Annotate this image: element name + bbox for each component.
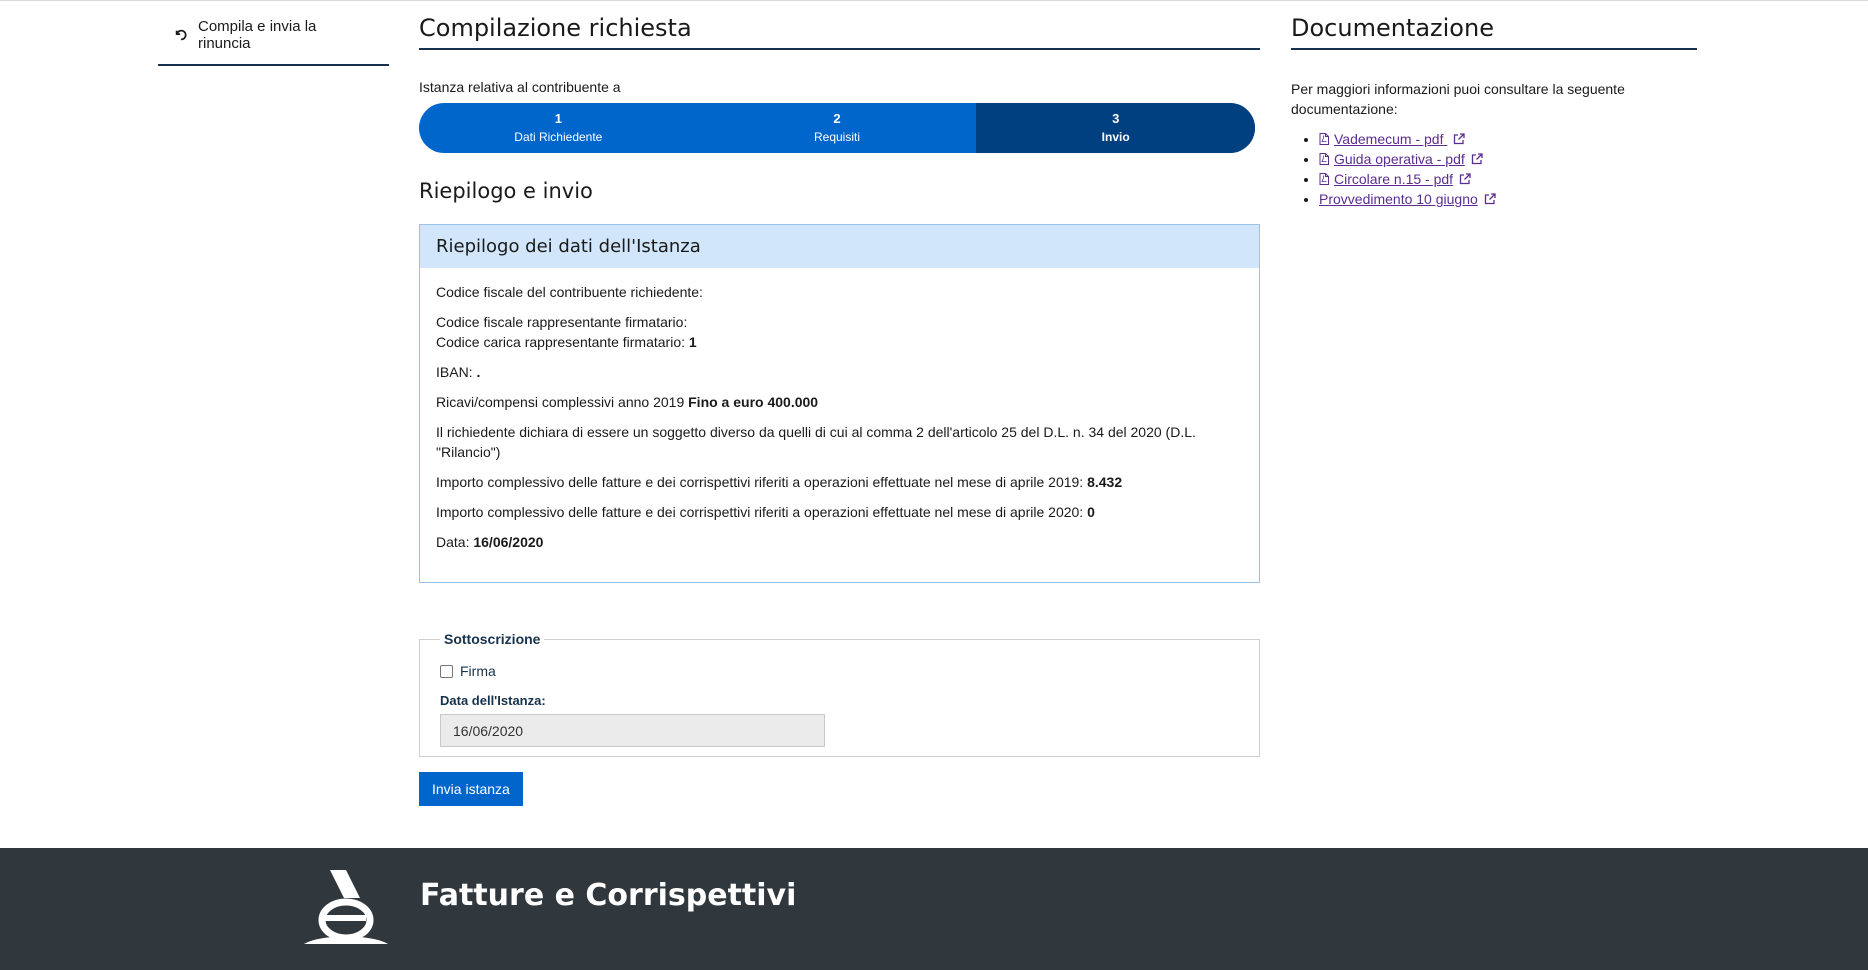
ricavi-value: Fino a euro 400.000 [688,394,819,410]
importo-2020-label: Importo complessivo delle fatture e dei … [436,504,1084,520]
intro-text: Istanza relativa al contribuente a [419,79,621,95]
dichiarazione-row: Il richiedente dichiara di essere un sog… [436,424,1196,460]
step-number: 1 [554,111,562,126]
step-label: Requisiti [813,130,861,144]
documentation-sidebar: Documentazione Per maggiori informazioni… [1291,0,1697,209]
left-navigation: Compila e invia la rinuncia [158,6,389,66]
importo-2019-value: 8.432 [1087,474,1123,490]
compila-rinuncia-label: Compila e invia la rinuncia [198,18,317,52]
compila-rinuncia-link[interactable]: Compila e invia la rinuncia [158,6,389,66]
external-link-icon [1484,193,1496,205]
cf-richiedente-row: Codice fiscale del contribuente richiede… [436,282,1243,302]
data-label: Data: [436,534,470,550]
importo-2020-value: 0 [1087,504,1095,520]
codice-carica-label: Codice carica rappresentante firmatario: [436,334,686,350]
step-label: Invio [1101,130,1130,144]
date-field-label: Data dell'Istanza: [440,693,546,708]
importo-2019-row: Importo complessivo delle fatture e dei … [436,472,1243,492]
doc-link-vademecum[interactable]: Vademecum - pdf [1334,131,1447,147]
step-number: 3 [1112,111,1120,126]
data-value: 16/06/2020 [473,534,544,550]
cf-rappresentante-label: Codice fiscale rappresentante firmatario… [436,314,688,330]
pdf-icon [1319,153,1329,165]
iban-row: IBAN: . [436,362,1243,382]
step-label: Dati Richiedente [514,130,603,144]
agenzia-entrate-logo-icon [304,870,388,944]
documentation-title: Documentazione [1291,0,1697,50]
doc-link-provvedimento[interactable]: Provvedimento 10 giugno [1319,191,1478,207]
documentation-description: Per maggiori informazioni puoi consultar… [1291,81,1625,117]
ricavi-row: Ricavi/compensi complessivi anno 2019 Fi… [436,392,1243,412]
step-invio[interactable]: 3 Invio [976,103,1255,153]
firma-checkbox-row[interactable]: Firma [440,663,1239,679]
external-link-icon [1459,173,1471,185]
codice-carica-value: 1 [688,334,697,350]
summary-title: Riepilogo e invio [419,179,593,203]
firma-label: Firma [460,663,496,679]
external-link-icon [1454,133,1466,145]
panel-title: Riepilogo dei dati dell'Istanza [420,225,1259,268]
importo-2020-row: Importo complessivo delle fatture e dei … [436,502,1243,522]
date-field: 16/06/2020 [440,714,825,747]
external-link-icon [1471,153,1483,165]
doc-link-guida-operativa[interactable]: Guida operativa - pdf [1334,151,1465,167]
cf-richiedente-label: Codice fiscale del contribuente richiede… [436,284,703,300]
data-row: Data: 16/06/2020 [436,532,1243,552]
footer: Fatture e Corrispettivi [0,848,1868,970]
iban-value: . [476,364,481,380]
step-requisiti[interactable]: 2 Requisiti [698,103,977,153]
undo-icon [175,29,187,41]
pdf-icon [1319,133,1329,145]
panel-body: Codice fiscale del contribuente richiede… [420,268,1259,582]
page-title: Compilazione richiesta [419,0,1260,50]
documentation-list: Vademecum - pdf Guida operativa - pdf Ci… [1291,129,1697,209]
iban-label: IBAN: [436,364,473,380]
list-item: Guida operativa - pdf [1319,149,1697,169]
list-item: Circolare n.15 - pdf [1319,169,1697,189]
step-dati-richiedente[interactable]: 1 Dati Richiedente [419,103,698,153]
list-item: Vademecum - pdf [1319,129,1697,149]
firma-checkbox[interactable] [440,664,453,678]
importo-2019-label: Importo complessivo delle fatture e dei … [436,474,1084,490]
summary-panel: Riepilogo dei dati dell'Istanza Codice f… [419,224,1260,583]
doc-link-circolare[interactable]: Circolare n.15 - pdf [1334,171,1453,187]
subscription-fieldset: Sottoscrizione Firma Data dell'Istanza: … [419,631,1260,757]
rappresentante-row: Codice fiscale rappresentante firmatario… [436,312,1243,352]
pdf-icon [1319,173,1329,185]
main-content: Compilazione richiesta Istanza relativa … [419,0,1260,806]
step-number: 2 [833,111,841,126]
subscription-legend: Sottoscrizione [444,631,541,647]
list-item: Provvedimento 10 giugno [1319,189,1697,209]
footer-title: Fatture e Corrispettivi [420,878,797,913]
progress-stepper: 1 Dati Richiedente 2 Requisiti 3 Invio [419,103,1255,153]
submit-button[interactable]: Invia istanza [419,772,523,806]
ricavi-label: Ricavi/compensi complessivi anno 2019 [436,394,685,410]
